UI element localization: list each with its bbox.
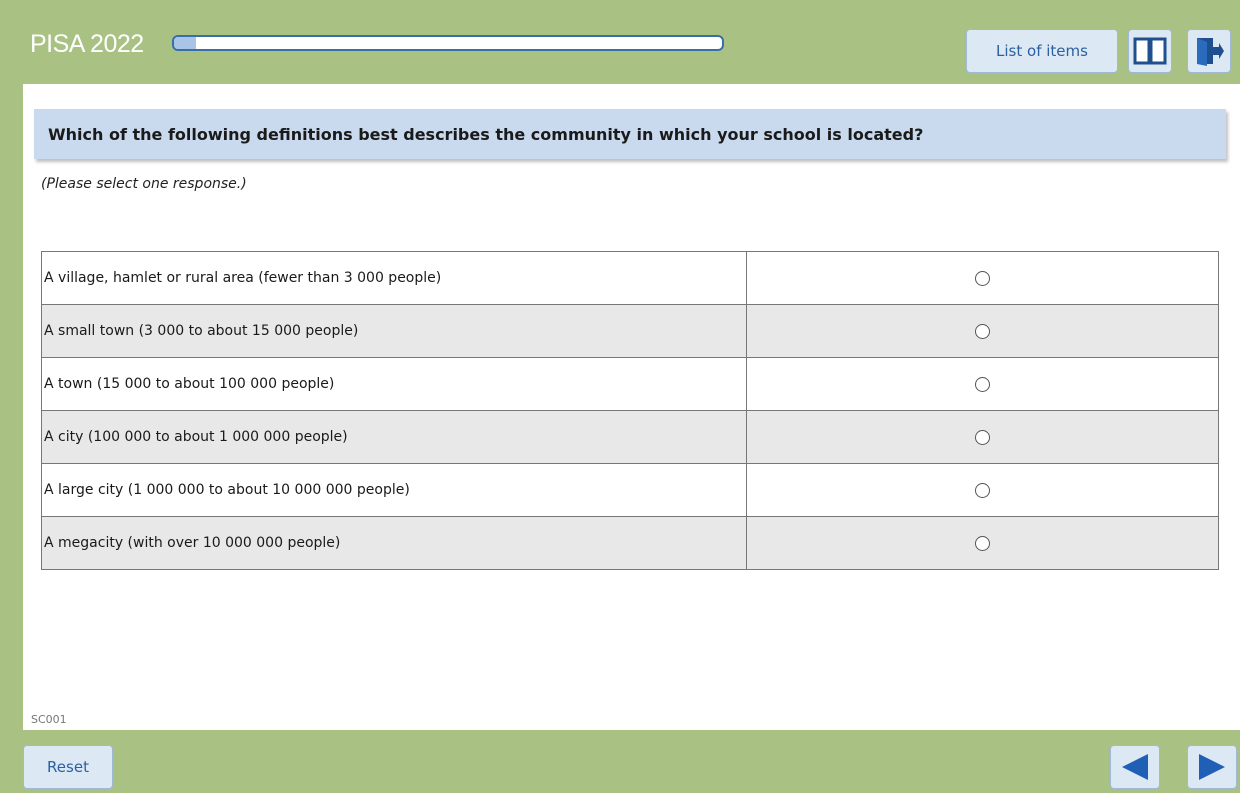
response-row: A small town (3 000 to about 15 000 peop… — [41, 304, 1219, 358]
radio-button[interactable] — [975, 429, 990, 445]
response-radio-cell[interactable] — [746, 410, 1219, 464]
response-radio-cell[interactable] — [746, 463, 1219, 517]
arrow-right-icon — [1199, 754, 1225, 780]
next-button[interactable] — [1187, 745, 1237, 789]
question-text: Which of the following definitions best … — [34, 109, 1226, 159]
instruction-text: (Please select one response.) — [41, 176, 247, 192]
question-panel: Which of the following definitions best … — [23, 84, 1240, 730]
response-label: A small town (3 000 to about 15 000 peop… — [41, 304, 747, 358]
exit-button[interactable] — [1187, 29, 1231, 73]
radio-button[interactable] — [975, 535, 990, 551]
app-title: PISA 2022 — [30, 30, 144, 58]
response-label: A megacity (with over 10 000 000 people) — [41, 516, 747, 570]
response-label: A village, hamlet or rural area (fewer t… — [41, 251, 747, 305]
progress-bar-fill — [174, 37, 196, 49]
book-icon — [1133, 37, 1167, 65]
list-of-items-button[interactable]: List of items — [966, 29, 1118, 73]
exit-door-icon — [1197, 38, 1224, 66]
radio-button[interactable] — [975, 270, 990, 286]
bottom-bar: Reset — [0, 730, 1240, 793]
response-label: A large city (1 000 000 to about 10 000 … — [41, 463, 747, 517]
response-row: A megacity (with over 10 000 000 people) — [41, 516, 1219, 570]
reset-button[interactable]: Reset — [23, 745, 113, 789]
book-button[interactable] — [1128, 29, 1172, 73]
top-bar: PISA 2022 List of items — [0, 0, 1240, 84]
progress-bar — [172, 35, 724, 51]
response-label: A city (100 000 to about 1 000 000 peopl… — [41, 410, 747, 464]
response-radio-cell[interactable] — [746, 304, 1219, 358]
arrow-left-icon — [1122, 754, 1148, 780]
response-label: A town (15 000 to about 100 000 people) — [41, 357, 747, 411]
response-row: A city (100 000 to about 1 000 000 peopl… — [41, 410, 1219, 464]
previous-button[interactable] — [1110, 745, 1160, 789]
response-radio-cell[interactable] — [746, 251, 1219, 305]
response-table: A village, hamlet or rural area (fewer t… — [41, 251, 1219, 570]
response-row: A town (15 000 to about 100 000 people) — [41, 357, 1219, 411]
response-radio-cell[interactable] — [746, 357, 1219, 411]
radio-button[interactable] — [975, 376, 990, 392]
response-row: A village, hamlet or rural area (fewer t… — [41, 251, 1219, 305]
radio-button[interactable] — [975, 482, 990, 498]
response-radio-cell[interactable] — [746, 516, 1219, 570]
response-row: A large city (1 000 000 to about 10 000 … — [41, 463, 1219, 517]
item-code: SC001 — [31, 713, 67, 726]
radio-button[interactable] — [975, 323, 990, 339]
